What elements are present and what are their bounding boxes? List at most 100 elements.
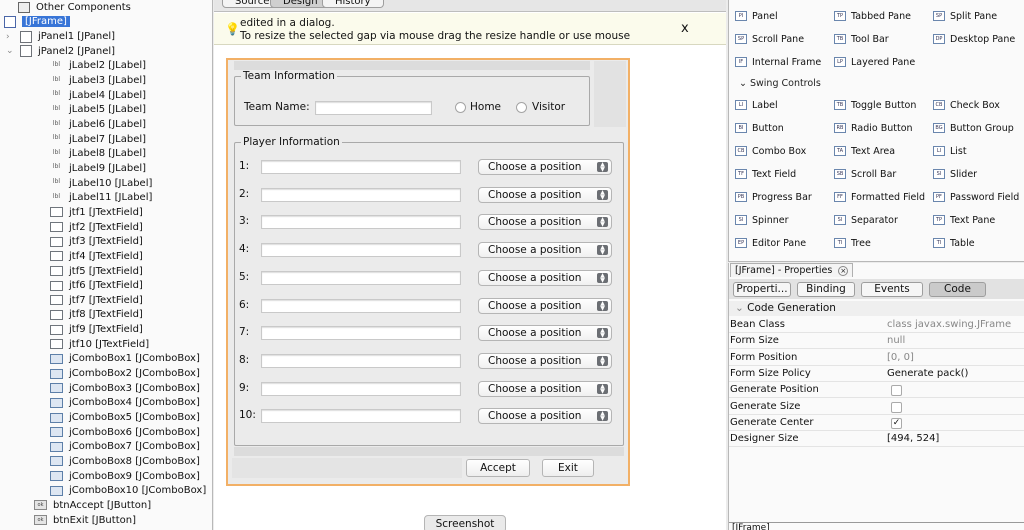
navigator-item[interactable]: jtf1 [JTextField] bbox=[50, 205, 143, 220]
palette-item[interactable]: LI Label bbox=[735, 98, 778, 112]
palette-item[interactable]: FF Formatted Field bbox=[834, 190, 925, 204]
navigator-item[interactable]: ⌄[JFrame] bbox=[0, 15, 70, 30]
navigator-item[interactable]: jtf7 [JTextField] bbox=[50, 293, 143, 308]
palette-item[interactable]: PB Progress Bar bbox=[735, 190, 812, 204]
resize-gap[interactable] bbox=[232, 458, 462, 478]
navigator-item[interactable]: jComboBox1 [JComboBox] bbox=[50, 352, 200, 367]
checkbox[interactable] bbox=[891, 401, 902, 413]
close-icon[interactable]: × bbox=[838, 266, 849, 276]
navigator-item[interactable]: ok btnExit [JButton] bbox=[34, 513, 136, 528]
navigator-item[interactable]: jComboBox10 [JComboBox] bbox=[50, 483, 206, 498]
navigator-item[interactable]: jtf10 [JTextField] bbox=[50, 337, 149, 352]
screenshot-button[interactable]: Screenshot bbox=[424, 515, 506, 530]
navigator-item[interactable]: jComboBox7 [JComboBox] bbox=[50, 440, 200, 455]
layout-gap-bottom[interactable] bbox=[234, 447, 624, 456]
palette-item[interactable]: TP Tabbed Pane bbox=[834, 9, 911, 23]
checked-checkbox[interactable]: ✓ bbox=[891, 417, 902, 429]
navigator-item[interactable]: lbl jLabel4 [JLabel] bbox=[50, 88, 146, 103]
team-information-panel[interactable]: Team Information Team Name: Home Visitor bbox=[234, 70, 590, 126]
navigator-item[interactable]: jtf8 [JTextField] bbox=[50, 308, 143, 323]
player-name-input[interactable] bbox=[261, 381, 461, 396]
tab-properties[interactable]: Properti... bbox=[733, 282, 791, 297]
property-value[interactable]: Generate pack() bbox=[887, 366, 968, 382]
palette-item[interactable]: TI Table bbox=[933, 236, 975, 250]
tab-code[interactable]: Code bbox=[929, 282, 986, 297]
palette-item[interactable]: SI Separator bbox=[834, 213, 898, 227]
palette-item[interactable]: TB Toggle Button bbox=[834, 98, 916, 112]
position-combobox[interactable]: Choose a position ▲ ▼ bbox=[478, 214, 612, 231]
exit-button[interactable]: Exit bbox=[542, 459, 594, 477]
tab-events[interactable]: Events bbox=[861, 282, 923, 297]
close-icon[interactable]: x bbox=[681, 21, 689, 36]
navigator-item[interactable]: lbl jLabel3 [JLabel] bbox=[50, 73, 146, 88]
player-name-input[interactable] bbox=[261, 215, 461, 230]
navigator-item[interactable]: jtf5 [JTextField] bbox=[50, 264, 143, 279]
property-row[interactable]: Form Position [0, 0] bbox=[729, 350, 1024, 366]
palette-item[interactable]: PF Password Field bbox=[933, 190, 1019, 204]
position-combobox[interactable]: Choose a position ▲ ▼ bbox=[478, 269, 612, 286]
palette-item[interactable]: TB Tool Bar bbox=[834, 32, 889, 46]
position-combobox[interactable]: Choose a position ▲ ▼ bbox=[478, 325, 612, 342]
palette-item[interactable]: TF Text Field bbox=[735, 167, 796, 181]
swing-controls-header[interactable]: ⌄ Swing Controls bbox=[739, 78, 821, 89]
palette-item[interactable]: BI Button bbox=[735, 121, 784, 135]
palette-item[interactable]: LI List bbox=[933, 144, 967, 158]
palette-item[interactable]: IF Internal Frame bbox=[735, 55, 821, 69]
player-name-input[interactable] bbox=[261, 326, 461, 341]
accept-button[interactable]: Accept bbox=[466, 459, 530, 477]
palette-item[interactable]: RB Radio Button bbox=[834, 121, 913, 135]
navigator-item[interactable]: lbl jLabel5 [JLabel] bbox=[50, 103, 146, 118]
position-combobox[interactable]: Choose a position ▲ ▼ bbox=[478, 380, 612, 397]
navigator-item[interactable]: jtf6 [JTextField] bbox=[50, 278, 143, 293]
property-row[interactable]: Form Size Policy Generate pack() bbox=[729, 366, 1024, 382]
property-value[interactable]: [0, 0] bbox=[887, 350, 914, 366]
position-combobox[interactable]: Choose a position ▲ ▼ bbox=[478, 242, 612, 259]
navigator-item[interactable]: jComboBox6 [JComboBox] bbox=[50, 425, 200, 440]
player-name-input[interactable] bbox=[261, 243, 461, 258]
properties-title-tab[interactable]: [JFrame] - Properties × bbox=[730, 263, 854, 277]
navigator-item[interactable]: jtf4 [JTextField] bbox=[50, 249, 143, 264]
property-row[interactable]: Form Size null bbox=[729, 333, 1024, 350]
team-name-input[interactable] bbox=[315, 101, 432, 115]
property-value[interactable]: class javax.swing.JFrame bbox=[887, 317, 1011, 333]
navigator-item[interactable]: Other Components bbox=[18, 0, 131, 15]
navigator-item[interactable]: ok btnAccept [JButton] bbox=[34, 498, 151, 513]
player-name-input[interactable] bbox=[261, 298, 461, 313]
property-row[interactable]: Generate Size bbox=[729, 399, 1024, 415]
visitor-radio[interactable] bbox=[516, 102, 527, 113]
navigator-item[interactable]: jComboBox4 [JComboBox] bbox=[50, 396, 200, 411]
tab-binding[interactable]: Binding bbox=[797, 282, 855, 297]
home-radio[interactable] bbox=[455, 102, 466, 113]
checkbox[interactable] bbox=[891, 385, 902, 397]
player-name-input[interactable] bbox=[261, 409, 461, 424]
palette-item[interactable]: LP Layered Pane bbox=[834, 55, 915, 69]
position-combobox[interactable]: Choose a position ▲ ▼ bbox=[478, 352, 612, 369]
palette-item[interactable]: TA Text Area bbox=[834, 144, 895, 158]
navigator-item[interactable]: lbl jLabel11 [JLabel] bbox=[50, 190, 152, 205]
tab-history[interactable]: History bbox=[322, 0, 384, 8]
palette-item[interactable]: SP Split Pane bbox=[933, 9, 997, 23]
navigator-item[interactable]: ⌄ jPanel2 [JPanel] bbox=[6, 44, 115, 59]
property-row[interactable]: Designer Size [494, 524] bbox=[729, 431, 1024, 448]
position-combobox[interactable]: Choose a position ▲ ▼ bbox=[478, 408, 612, 425]
player-name-input[interactable] bbox=[261, 160, 461, 174]
position-combobox[interactable]: Choose a position ▲ ▼ bbox=[478, 159, 612, 175]
palette-item[interactable]: PI Panel bbox=[735, 9, 778, 23]
position-combobox[interactable]: Choose a position ▲ ▼ bbox=[478, 186, 612, 203]
navigator-item[interactable]: lbl jLabel6 [JLabel] bbox=[50, 117, 146, 132]
player-name-input[interactable] bbox=[261, 270, 461, 285]
player-name-input[interactable] bbox=[261, 353, 461, 368]
palette-item[interactable]: TI Tree bbox=[834, 236, 871, 250]
navigator-item[interactable]: lbl jLabel2 [JLabel] bbox=[50, 59, 146, 74]
property-value[interactable]: null bbox=[887, 333, 905, 349]
jframe-preview[interactable]: Team Information Team Name: Home Visitor… bbox=[226, 58, 630, 486]
palette-item[interactable]: TP Text Pane bbox=[933, 213, 995, 227]
property-row[interactable]: Generate Position bbox=[729, 382, 1024, 399]
palette-item[interactable]: SI Spinner bbox=[735, 213, 789, 227]
palette-item[interactable]: BG Button Group bbox=[933, 121, 1014, 135]
navigator-item[interactable]: jComboBox9 [JComboBox] bbox=[50, 469, 200, 484]
player-information-panel[interactable]: Player Information 1: Choose a position ▲ ▼… bbox=[234, 136, 624, 446]
property-row[interactable]: Generate Center ✓ bbox=[729, 415, 1024, 431]
layout-gap[interactable] bbox=[234, 61, 590, 70]
navigator-item[interactable]: lbl jLabel8 [JLabel] bbox=[50, 147, 146, 162]
